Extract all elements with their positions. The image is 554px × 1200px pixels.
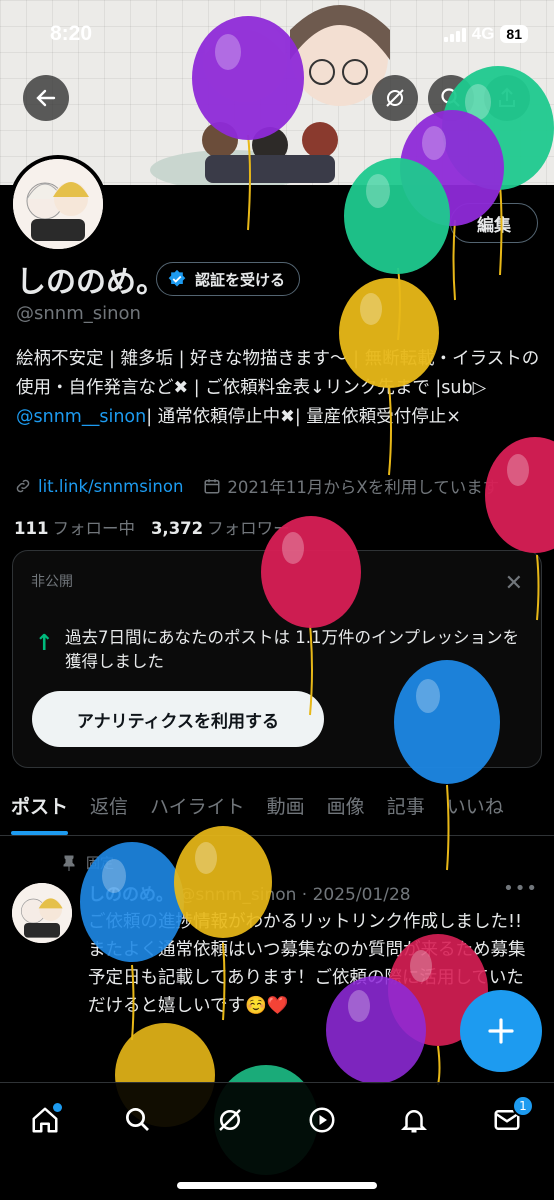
profile-bio: 絵柄不安定 | 雑多垢 | 好きな物描きます〜 | 無断転載・イラストの使用・自… [16, 345, 542, 432]
profile-display-name: しののめ。 [16, 265, 166, 300]
network-type: 4G [471, 24, 495, 43]
bio-text-continued: | 通常依頼停止中✖| 量産依頼受付停止× [146, 407, 461, 427]
nav-notifications[interactable] [391, 1097, 437, 1143]
messages-badge: 1 [512, 1095, 534, 1117]
plus-icon [488, 1018, 514, 1044]
tab-videos[interactable]: 動画 [256, 778, 316, 835]
post-author-avatar[interactable] [12, 883, 72, 943]
following-link[interactable]: 111 フォロー中 [14, 515, 135, 539]
followers-label: フォロワー [207, 519, 290, 538]
following-count: 111 [14, 519, 49, 538]
nav-home[interactable] [22, 1097, 68, 1143]
back-button[interactable] [23, 75, 69, 121]
nav-search[interactable] [115, 1097, 161, 1143]
get-verified-button[interactable]: 認証を受ける [156, 262, 301, 296]
nav-videos[interactable] [299, 1097, 345, 1143]
analytics-message: 過去7日間にあなたのポストは 1.1万件のインプレッションを獲得しました [65, 628, 519, 671]
get-verified-label: 認証を受ける [195, 270, 286, 289]
balloon [344, 158, 450, 341]
grok-icon [219, 1109, 241, 1131]
pinned-indicator: 固定 [62, 853, 114, 873]
tab-articles[interactable]: 記事 [376, 778, 436, 835]
battery-icon: 81 [500, 25, 528, 43]
nav-grok[interactable] [207, 1097, 253, 1143]
bio-mention-link[interactable]: @snnm__sinon [16, 407, 146, 427]
bell-icon [400, 1110, 428, 1133]
pinned-label: 固定 [86, 856, 114, 872]
more-options-icon[interactable]: ••• [503, 878, 538, 899]
verified-badge-icon [168, 269, 186, 287]
following-label: フォロー中 [52, 519, 135, 538]
close-icon[interactable]: ✕ [505, 571, 523, 596]
tab-highlights[interactable]: ハイライト [139, 778, 256, 835]
tab-images[interactable]: 画像 [316, 778, 376, 835]
status-time: 8:20 [50, 22, 93, 45]
back-arrow-icon [36, 89, 56, 107]
compose-post-button[interactable] [460, 990, 542, 1072]
pin-icon [63, 855, 75, 871]
share-icon [499, 87, 515, 107]
post-author-name[interactable]: しののめ。 [88, 885, 173, 905]
followers-count: 3,372 [150, 519, 204, 538]
nav-messages[interactable]: 1 [484, 1095, 534, 1143]
search-icon [126, 1108, 149, 1131]
grok-button[interactable] [372, 75, 418, 121]
post-handle-date: @snnm_sinon · 2025/01/28 [178, 885, 411, 905]
profile-avatar[interactable] [9, 155, 107, 253]
share-button[interactable] [484, 75, 530, 121]
edit-profile-button[interactable]: 編集 [450, 203, 538, 243]
followers-link[interactable]: 3,372 フォロワー [151, 515, 290, 539]
use-analytics-button[interactable]: アナリティクスを利用する [32, 691, 324, 747]
arrow-up-icon: ↑ [35, 631, 54, 656]
tab-likes[interactable]: いいね [436, 778, 515, 835]
calendar-icon [204, 479, 220, 494]
post-header: しののめ。 @snnm_sinon · 2025/01/28 [88, 880, 411, 905]
search-button[interactable] [428, 75, 474, 121]
status-bar: 8:20 4G 81 [0, 18, 554, 54]
profile-handle: @snnm_sinon [16, 303, 141, 324]
profile-tabs: ポスト 返信 ハイライト 動画 画像 記事 いいね [0, 778, 554, 836]
home-indicator [177, 1182, 377, 1189]
tab-replies[interactable]: 返信 [79, 778, 139, 835]
card-private-label: 非公開 [31, 574, 73, 590]
avatar-illustration [13, 159, 103, 249]
analytics-card: 非公開 ✕ ↑ 過去7日間にあなたのポストは 1.1万件のインプレッションを獲得… [12, 550, 542, 768]
signal-icon [443, 26, 466, 42]
avatar-illustration [12, 883, 72, 943]
joined-date: 2021年11月からXを利用しています [227, 478, 500, 497]
tab-posts[interactable]: ポスト [0, 778, 79, 835]
link-icon [16, 479, 30, 493]
bio-text: 絵柄不安定 | 雑多垢 | 好きな物描きます〜 | 無断転載・イラストの使用・自… [16, 349, 540, 398]
play-icon [309, 1107, 335, 1133]
profile-meta: lit.link/snnmsinon 2021年11月からXを利用しています [14, 474, 544, 498]
profile-website-link[interactable]: lit.link/snnmsinon [38, 477, 183, 496]
home-unread-dot [53, 1103, 62, 1112]
grok-icon [386, 89, 404, 107]
search-icon [441, 88, 460, 107]
follow-stats: 111 フォロー中 3,372 フォロワー [14, 515, 290, 539]
